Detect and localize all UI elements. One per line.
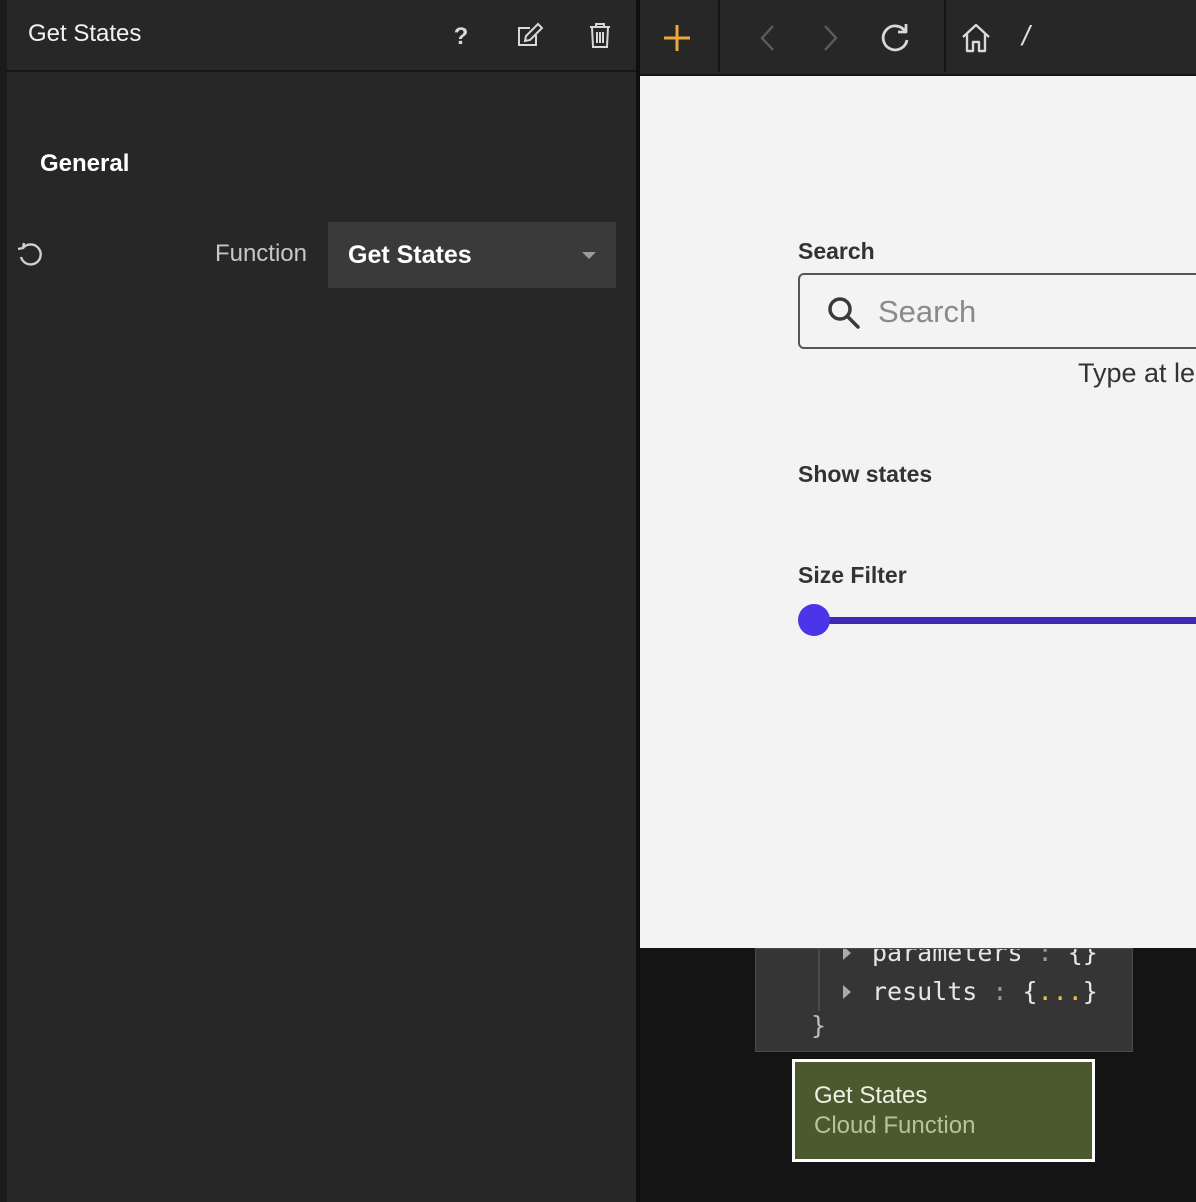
- toolbar-separator: [718, 0, 720, 72]
- help-icon[interactable]: ?: [447, 21, 475, 49]
- cloud-function-node[interactable]: Get States Cloud Function: [792, 1059, 1095, 1162]
- search-field[interactable]: [798, 273, 1196, 349]
- forward-icon[interactable]: [810, 18, 850, 58]
- preview-toolbar: /: [640, 0, 1196, 74]
- search-helper-text: Type at le: [1078, 358, 1196, 388]
- expand-parameters-icon[interactable]: [843, 949, 851, 960]
- app-preview: Search Type at le Show states Size Filte…: [640, 76, 1196, 948]
- toolbar-separator: [944, 0, 946, 72]
- size-filter-thumb[interactable]: [798, 604, 830, 636]
- back-icon[interactable]: [748, 18, 788, 58]
- section-title-general: General: [40, 150, 130, 177]
- function-label: Function: [214, 240, 307, 267]
- reset-icon[interactable]: [15, 240, 45, 270]
- add-icon[interactable]: [657, 18, 697, 58]
- search-input[interactable]: [876, 289, 1196, 335]
- search-label: Search: [798, 238, 875, 264]
- size-filter-track[interactable]: [814, 617, 1196, 624]
- function-select-value: Get States: [348, 241, 472, 269]
- indent-guide: [818, 949, 820, 1011]
- size-filter-label: Size Filter: [798, 562, 907, 588]
- parameters-line: parameters : {}: [872, 948, 1098, 967]
- panel-header: Get States ?: [7, 0, 636, 72]
- trash-icon[interactable]: [586, 21, 614, 49]
- home-icon[interactable]: [956, 18, 996, 58]
- results-line: results : {...}: [872, 977, 1098, 1006]
- panel-title: Get States: [28, 20, 142, 47]
- show-states-label: Show states: [798, 461, 933, 487]
- closing-brace: }: [811, 1011, 827, 1040]
- property-panel: Get States ? General Function Get States: [0, 0, 636, 1202]
- debug-inspector: parameters : {} results : {...} }: [755, 948, 1133, 1052]
- chevron-down-icon: [582, 252, 596, 259]
- search-icon: [826, 295, 862, 331]
- expand-results-icon[interactable]: [843, 985, 851, 999]
- edit-icon[interactable]: [516, 21, 544, 49]
- svg-text:?: ?: [454, 23, 469, 47]
- node-subtitle: Cloud Function: [814, 1112, 976, 1139]
- refresh-icon[interactable]: [875, 18, 915, 58]
- route-path[interactable]: /: [1022, 20, 1030, 52]
- node-title: Get States: [814, 1082, 928, 1109]
- function-select[interactable]: Get States: [328, 222, 616, 288]
